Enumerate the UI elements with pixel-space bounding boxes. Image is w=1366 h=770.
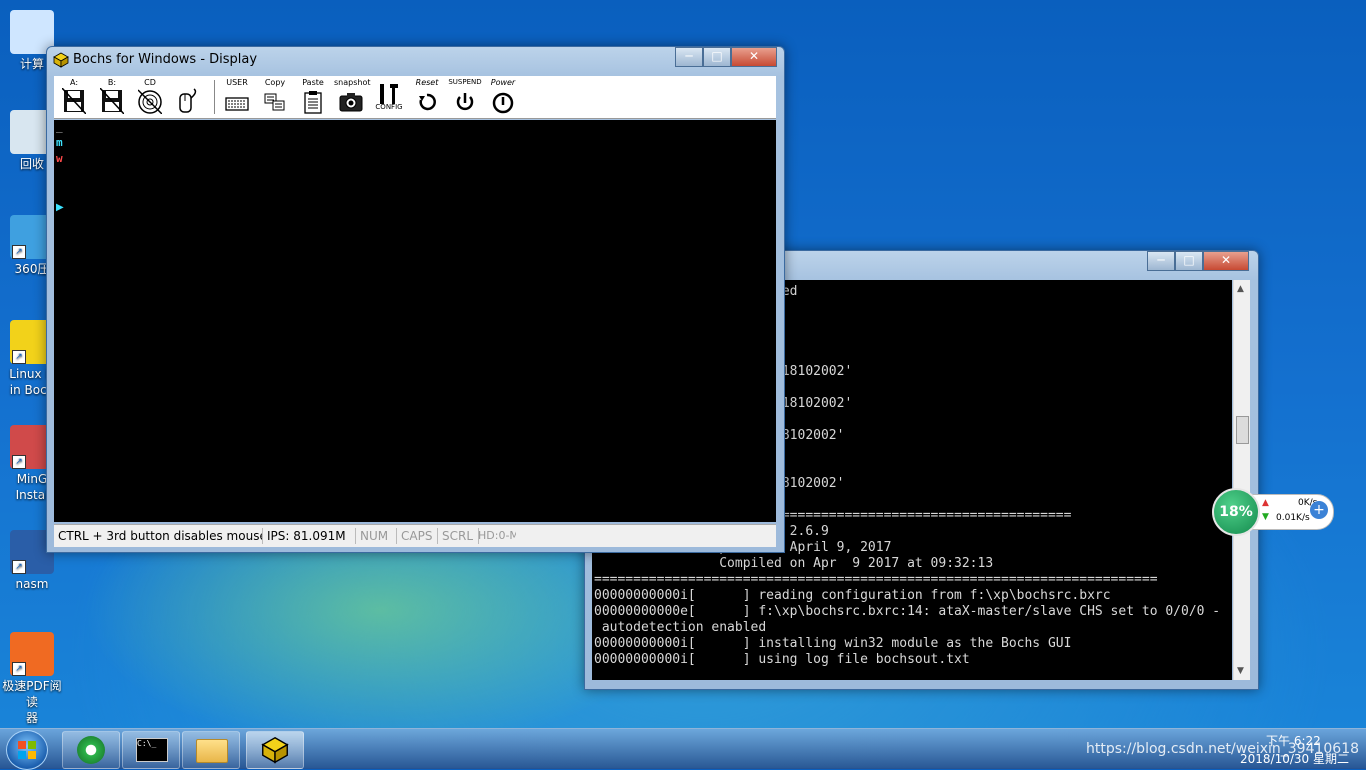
- close-button[interactable]: ✕: [731, 47, 777, 67]
- console-scrollbar[interactable]: ▲ ▼: [1233, 280, 1250, 680]
- cpu-percent: 18%: [1219, 504, 1253, 520]
- bochs-app-icon: [261, 736, 289, 764]
- scroll-up-icon[interactable]: ▲: [1237, 284, 1244, 294]
- screen-char: w: [56, 152, 63, 165]
- floppy-a-label: A:: [69, 78, 79, 87]
- floppy-a-button[interactable]: A:: [57, 78, 91, 116]
- console-line: 00000000000i[ ] installing win32 module …: [594, 636, 1072, 651]
- console-line: 00000000000i[ ] using log file bochsout.…: [594, 652, 970, 667]
- console-line: 00000000000e[ ] f:\xp\bochsrc.bxrc:14: a…: [594, 604, 1221, 619]
- user-button[interactable]: USER: [220, 78, 254, 116]
- power-icon: [492, 92, 514, 114]
- bochs-app-icon: [53, 52, 69, 68]
- shortcut-arrow-icon: ↗: [12, 560, 26, 574]
- console-line: autodetection enabled: [594, 620, 767, 635]
- mouse-hint: CTRL + 3rd button disables mouse: [54, 528, 263, 544]
- paste-button[interactable]: Paste: [296, 78, 330, 116]
- minimize-button[interactable]: ─: [675, 47, 703, 67]
- scroll-down-icon[interactable]: ▼: [1237, 666, 1244, 676]
- taskbar-explorer-button[interactable]: [182, 731, 240, 769]
- user-label: USER: [226, 78, 248, 87]
- cursor-arrow-icon: ▶: [56, 202, 64, 213]
- keyboard-icon: [225, 97, 249, 111]
- caps-lock-indicator: CAPS: [397, 528, 438, 544]
- copy-button[interactable]: Copy: [258, 78, 292, 116]
- num-lock-indicator: NUM: [356, 528, 397, 544]
- mouse-icon: [179, 88, 197, 113]
- shortcut-arrow-icon: ↗: [12, 350, 26, 364]
- power-button[interactable]: Power: [486, 78, 520, 116]
- desktop-icon-label: 极速PDF阅读 器: [2, 679, 62, 725]
- upload-arrow-icon: ▲: [1262, 498, 1269, 508]
- bochs-titlebar[interactable]: Bochs for Windows - Display ─ □ ✕: [47, 47, 784, 73]
- taskbar-bochs-button[interactable]: [246, 731, 304, 769]
- bochs-toolbar: A: B: CD USER Copy Paste snapshot CONFIG…: [54, 76, 776, 119]
- floppy-disk-icon: [62, 88, 86, 114]
- copy-icon: [264, 93, 285, 111]
- cdrom-icon: [138, 89, 162, 114]
- cdrom-label: CD: [144, 78, 156, 87]
- start-button[interactable]: [6, 730, 48, 770]
- hd-indicator: HD:0-M: [478, 529, 516, 542]
- config-label: CONFIG: [375, 103, 403, 111]
- shortcut-arrow-icon: ↗: [12, 245, 26, 259]
- floppy-disk-icon: [100, 88, 124, 114]
- network-speed-widget[interactable]: 18% ▲ 0K/s ▼ 0.01K/s +: [1212, 488, 1336, 536]
- shortcut-arrow-icon: ↗: [12, 662, 26, 676]
- minimize-button[interactable]: ─: [1147, 251, 1175, 271]
- floppy-b-label: B:: [107, 78, 117, 87]
- cdrom-button[interactable]: CD: [133, 78, 167, 116]
- mouse-button[interactable]: [171, 78, 205, 116]
- desktop-icon-label: nasm: [15, 577, 49, 591]
- clipboard-icon: [304, 91, 322, 114]
- folder-icon: [196, 739, 228, 763]
- suspend-button[interactable]: SUSPEND: [448, 78, 482, 116]
- close-button[interactable]: ✕: [1203, 251, 1249, 271]
- shortcut-arrow-icon: ↗: [12, 455, 26, 469]
- emulator-screen[interactable]: _ m w ▶: [54, 120, 776, 522]
- reset-button[interactable]: Reset: [410, 78, 444, 116]
- console-line: Compiled on Apr 9 2017 at 09:32:13: [594, 556, 994, 571]
- taskbar: C:\_ https://blog.csdn.net/weixin_394106…: [0, 728, 1366, 770]
- suspend-icon: [456, 93, 474, 111]
- windows-logo-icon: [18, 741, 36, 759]
- snapshot-button[interactable]: snapshot: [334, 78, 371, 116]
- suspend-label: SUSPEND: [448, 78, 482, 86]
- power-label: Power: [490, 78, 516, 87]
- browser-icon: [77, 736, 105, 764]
- camera-icon: [339, 93, 363, 112]
- cpu-percent-circle: 18%: [1212, 488, 1260, 536]
- taskbar-cmd-button[interactable]: C:\_: [122, 731, 180, 769]
- console-line: ========================================…: [594, 572, 1158, 587]
- clock-time[interactable]: 下午 6:22: [1266, 732, 1321, 749]
- window-title: Bochs for Windows - Display: [73, 52, 258, 67]
- paste-label: Paste: [302, 78, 324, 87]
- clock-date[interactable]: 2018/10/30 星期二: [1240, 750, 1349, 767]
- app-icon: ↗: [10, 632, 54, 676]
- screen-char: _: [56, 120, 63, 133]
- command-prompt-icon: C:\_: [136, 738, 168, 762]
- copy-label: Copy: [264, 78, 286, 87]
- maximize-button[interactable]: □: [703, 47, 731, 67]
- ips-indicator: IPS: 81.091M: [263, 528, 356, 544]
- console-line: 00000000000i[ ] reading configuration fr…: [594, 588, 1111, 603]
- floppy-b-button[interactable]: B:: [95, 78, 129, 116]
- toolbar-separator: [214, 80, 215, 114]
- plus-icon[interactable]: +: [1310, 501, 1328, 519]
- taskbar-browser-button[interactable]: [62, 731, 120, 769]
- screen-char: m: [56, 136, 63, 149]
- scroll-thumb[interactable]: [1236, 416, 1249, 444]
- desktop-icon[interactable]: ↗ 极速PDF阅读 器: [0, 632, 64, 726]
- reset-label: Reset: [415, 78, 439, 87]
- download-arrow-icon: ▼: [1262, 512, 1269, 522]
- download-speed: 0.01K/s: [1276, 513, 1310, 523]
- reset-icon: [419, 93, 436, 111]
- snapshot-label: snapshot: [334, 78, 371, 87]
- scroll-lock-indicator: SCRL: [438, 528, 479, 544]
- config-button[interactable]: CONFIG: [372, 78, 406, 116]
- bochs-display-window[interactable]: Bochs for Windows - Display ─ □ ✕ A: B: …: [46, 46, 785, 553]
- maximize-button[interactable]: □: [1175, 251, 1203, 271]
- bochs-statusbar: CTRL + 3rd button disables mouse IPS: 81…: [54, 524, 776, 547]
